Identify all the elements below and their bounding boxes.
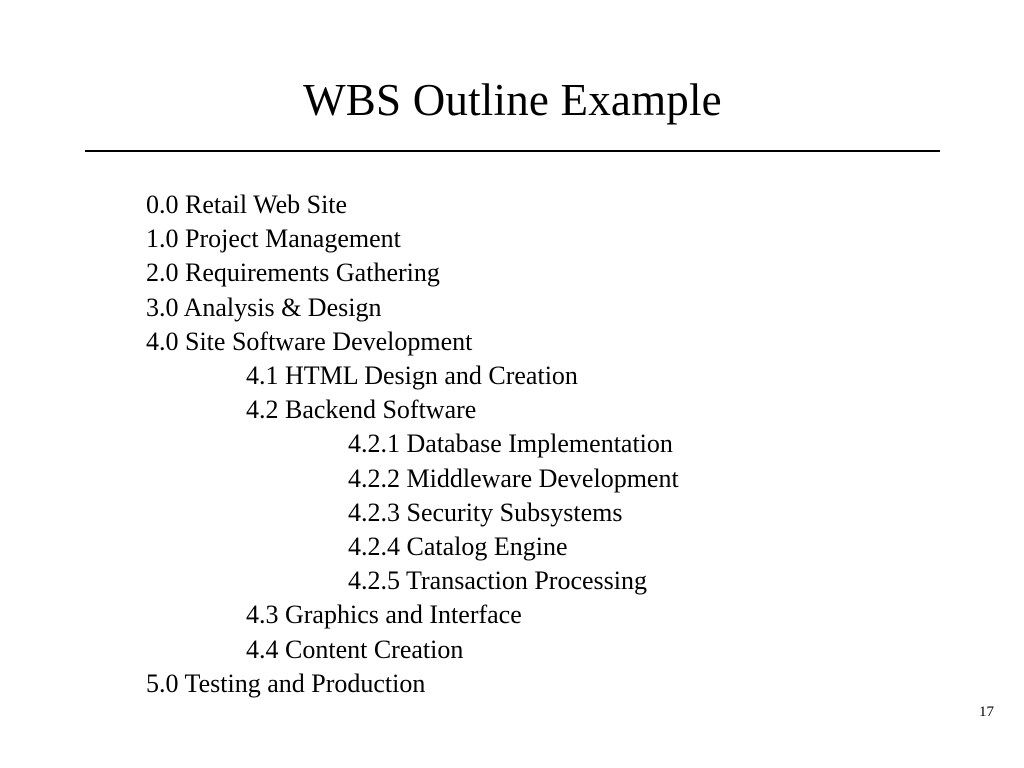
outline-item: 2.0 Requirements Gathering [146,258,440,288]
page-title: WBS Outline Example [303,75,722,125]
outline-item: 4.2.2 Middleware Development [348,463,679,493]
outline-item: 3.0 Analysis & Design [146,292,382,322]
outline-item: 4.2.3 Security Subsystems [348,497,623,527]
outline-item: 1.0 Project Management [146,224,401,254]
outline-item: 0.0 Retail Web Site [146,190,348,219]
wbs-outline-list: 0.0 Retail Web Site 1.0 Project Managemen… [146,188,966,701]
outline-item: 4.2.5 Transaction Processing [348,566,647,596]
page-number: 17 [979,704,994,720]
outline-item: 4.2.4 Catalog Engine [348,532,568,562]
outline-item: 5.0 Testing and Production [146,668,426,698]
slide: WBS Outline Example 0.0 Retail Web Site 1… [0,0,1024,768]
outline-item: 4.3 Graphics and Interface [246,600,522,630]
outline-item: 4.2.1 Database Implementation [348,429,673,459]
outline-item: 4.4 Content Creation [246,634,464,664]
outline-item: 4.1 HTML Design and Creation [246,361,578,391]
outline-item: 4.0 Site Software Development [146,326,473,356]
outline-item: 4.2 Backend Software [246,395,477,425]
title-divider [85,150,940,152]
